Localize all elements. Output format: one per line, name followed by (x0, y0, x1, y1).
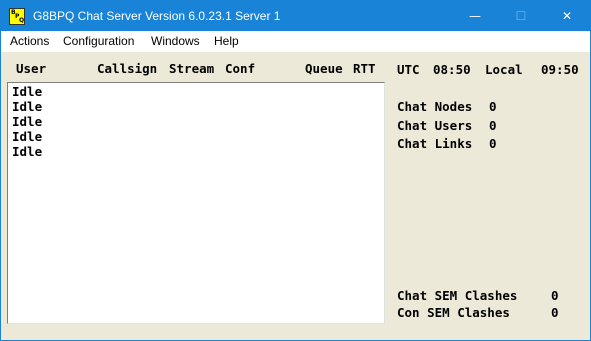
chat-server-window: B P Q G8BPQ Chat Server Version 6.0.23.1… (0, 0, 591, 341)
header-rtt: RTT (353, 61, 376, 76)
header-callsign: Callsign (97, 61, 158, 76)
chat-sem-clashes-label: Chat SEM Clashes (397, 288, 518, 303)
minimize-button[interactable]: — (452, 1, 498, 31)
chat-users-value: 0 (489, 118, 497, 133)
menu-actions[interactable]: Actions (10, 34, 49, 48)
menu-bar: Actions Configuration Windows Help (1, 31, 590, 52)
local-label: Local (485, 62, 523, 77)
list-item[interactable]: Idle (12, 144, 42, 159)
header-conf: Conf (225, 61, 256, 76)
utc-time: 08:50 (433, 62, 471, 77)
menu-help[interactable]: Help (214, 34, 239, 48)
maximize-button[interactable]: ☐ (498, 1, 544, 31)
list-item[interactable]: Idle (12, 114, 42, 129)
chat-nodes-label: Chat Nodes (397, 99, 473, 114)
chat-sem-clashes-value: 0 (551, 288, 559, 303)
chat-nodes-value: 0 (489, 99, 497, 114)
session-list[interactable]: Idle Idle Idle Idle Idle (7, 82, 385, 324)
list-item[interactable]: Idle (12, 99, 42, 114)
con-sem-clashes-value: 0 (551, 305, 559, 320)
header-stream: Stream (169, 61, 215, 76)
title-bar[interactable]: B P Q G8BPQ Chat Server Version 6.0.23.1… (1, 1, 590, 31)
list-item[interactable]: Idle (12, 129, 42, 144)
chat-links-value: 0 (489, 136, 497, 151)
header-queue: Queue (305, 61, 343, 76)
menu-configuration[interactable]: Configuration (63, 34, 134, 48)
bpq-app-icon: B P Q (9, 8, 25, 25)
utc-label: UTC (397, 62, 420, 77)
menu-windows[interactable]: Windows (151, 34, 200, 48)
close-button[interactable]: ✕ (544, 1, 590, 31)
chat-links-label: Chat Links (397, 136, 473, 151)
window-title: G8BPQ Chat Server Version 6.0.23.1 Serve… (33, 9, 281, 23)
list-item[interactable]: Idle (12, 84, 42, 99)
chat-users-label: Chat Users (397, 118, 473, 133)
con-sem-clashes-label: Con SEM Clashes (397, 305, 510, 320)
local-time: 09:50 (541, 62, 579, 77)
icon-letter-q: Q (19, 17, 25, 24)
header-user: User (16, 61, 47, 76)
